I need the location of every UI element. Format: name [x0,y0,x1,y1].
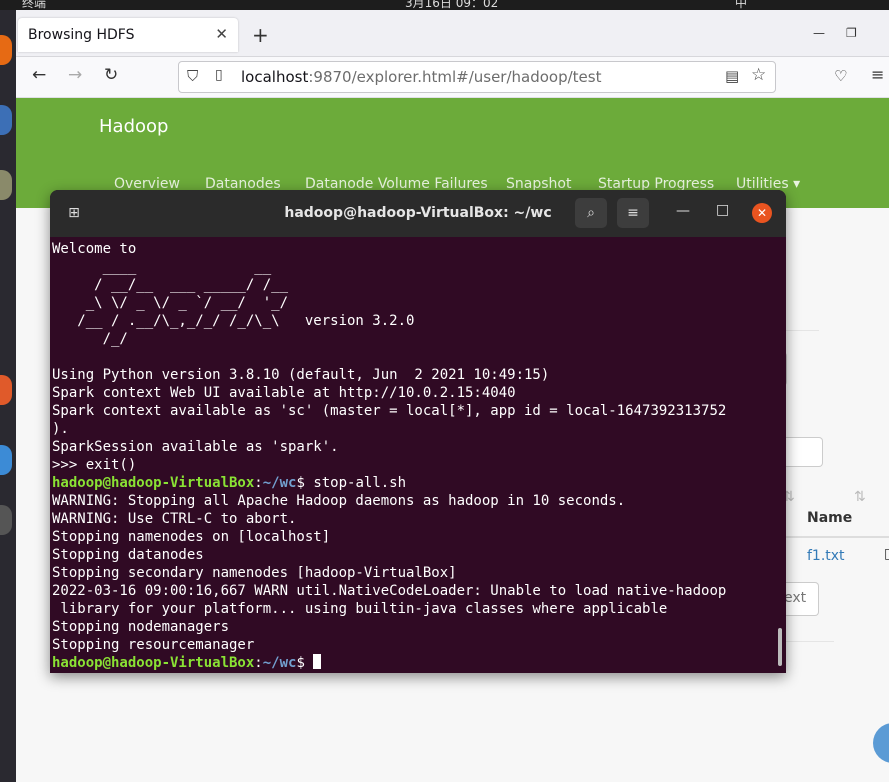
tab-title: Browsing HDFS [28,27,135,43]
hamburger-menu-icon[interactable]: ≡ [617,198,649,228]
reload-icon[interactable]: ↻ [104,65,118,85]
terminal-line: Spark context available as 'sc' (master … [52,403,727,419]
back-arrow-icon[interactable]: ← [32,65,46,85]
terminal-output[interactable]: Welcome to ____ __ / __/__ ___ _____/ /_… [52,240,774,672]
terminal-line: Welcome to [52,241,137,257]
terminal-line: WARNING: Stopping all Apache Hadoop daem… [52,493,626,509]
url-text: localhost:9870/explorer.html#/user/hadoo… [241,68,601,86]
url-bar[interactable]: ⛉ ▯ localhost:9870/explorer.html#/user/h… [178,61,776,93]
app-menu-label[interactable]: 终端 [22,0,46,10]
command-output: WARNING: Stopping all Apache Hadoop daem… [52,492,774,654]
tab-browsing-hdfs[interactable]: Browsing HDFS ✕ [18,18,238,52]
menu-icon[interactable]: ≡ [871,65,884,84]
active-prompt[interactable]: hadoop@hadoop-VirtualBox:~/wc$ [52,654,774,672]
terminal-line: 2022-03-16 09:00:16,667 WARN util.Native… [52,583,727,599]
terminal-line: library for your platform... using built… [52,601,668,617]
scrollbar[interactable] [778,628,782,666]
input-method[interactable]: 中 [735,0,747,10]
pocket-icon[interactable]: ♡ [834,67,847,85]
software-icon[interactable] [0,375,12,405]
maximize-icon[interactable]: □ [716,202,729,218]
terminal-line: /_/ [52,331,128,347]
command-text: stop-all.sh [313,475,407,491]
terminal-line: / __/__ ___ _____/ /__ [52,277,289,293]
mail-icon[interactable] [0,105,12,135]
terminal-line: Stopping datanodes [52,547,204,563]
sort-icon[interactable]: ⇅ [854,489,866,505]
terminal-line: ____ __ [52,259,272,275]
bookmark-star-icon[interactable]: ☆ [751,65,766,85]
file-link[interactable]: f1.txt [807,548,845,564]
clock[interactable]: 3月16日 09：02 [405,0,498,10]
reader-view-icon[interactable]: ▤ [725,67,739,85]
terminal-window[interactable]: ⊞ hadoop@hadoop-VirtualBox: ~/wc ⌕ ≡ — □… [50,190,786,673]
terminal-line: Stopping resourcemanager [52,637,255,653]
prompt-path: ~/wc [262,475,297,491]
url-path: :9870/explorer.html#/user/hadoop/test [308,68,602,86]
terminal-line: Stopping namenodes on [localhost] [52,529,331,545]
maximize-icon[interactable]: ❐ [846,26,857,40]
page-info-icon[interactable]: ▯ [215,67,223,83]
terminal-line: WARNING: Use CTRL-C to abort. [52,511,297,527]
terminal-line: /__ / .__/\_,_/_/ /_/\_\ version 3.2.0 [52,313,415,329]
prompt-path: ~/wc [262,655,297,671]
terminal-line: Spark context Web UI available at http:/… [52,385,516,401]
close-icon[interactable]: ✕ [752,203,772,223]
terminal-history: Welcome to ____ __ / __/__ ___ _____/ /_… [52,240,774,474]
prompt-user: hadoop@hadoop-VirtualBox [52,655,255,671]
terminal-line: SparkSession available as 'spark'. [52,439,339,455]
url-host: localhost [241,68,309,86]
help-icon[interactable] [0,445,12,475]
close-icon[interactable]: ✕ [215,25,228,43]
forward-arrow-icon[interactable]: → [68,65,82,85]
new-tab-plus-icon[interactable]: + [252,23,269,47]
minimize-icon[interactable]: — [676,203,690,219]
prompt-user: hadoop@hadoop-VirtualBox [52,475,255,491]
system-top-bar: 终端 3月16日 09：02 中 [0,0,889,10]
tab-strip: Browsing HDFS ✕ + — ❐ [16,10,889,57]
floating-help-icon[interactable] [873,723,889,763]
terminal-line: Using Python version 3.8.10 (default, Ju… [52,367,550,383]
terminal-line: ). [52,421,69,437]
search-icon[interactable]: ⌕ [575,198,607,228]
terminal-line: >>> exit() [52,457,137,473]
trash-icon[interactable]: ▯ [884,546,889,562]
next-button-label: ext [784,590,807,606]
terminal-line: Stopping nodemanagers [52,619,230,635]
nav-toolbar: ← → ↻ ⛉ ▯ localhost:9870/explorer.html#/… [16,57,889,98]
terminal-dock-icon[interactable] [0,505,12,535]
terminal-line: Stopping secondary namenodes [hadoop-Vir… [52,565,457,581]
hadoop-brand[interactable]: Hadoop [99,116,168,137]
dock [0,10,16,782]
terminal-header: ⊞ hadoop@hadoop-VirtualBox: ~/wc ⌕ ≡ — □… [50,190,786,237]
minimize-icon[interactable]: — [813,26,825,40]
firefox-icon[interactable] [0,35,12,65]
name-column-header[interactable]: Name [807,510,852,526]
shield-icon[interactable]: ⛉ [187,67,198,85]
files-icon[interactable] [0,170,12,200]
text-cursor [313,654,322,669]
terminal-line: _\ \/ _ \/ _ `/ __/ '_/ [52,295,289,311]
prompt-line: hadoop@hadoop-VirtualBox:~/wc$ stop-all.… [52,475,407,491]
